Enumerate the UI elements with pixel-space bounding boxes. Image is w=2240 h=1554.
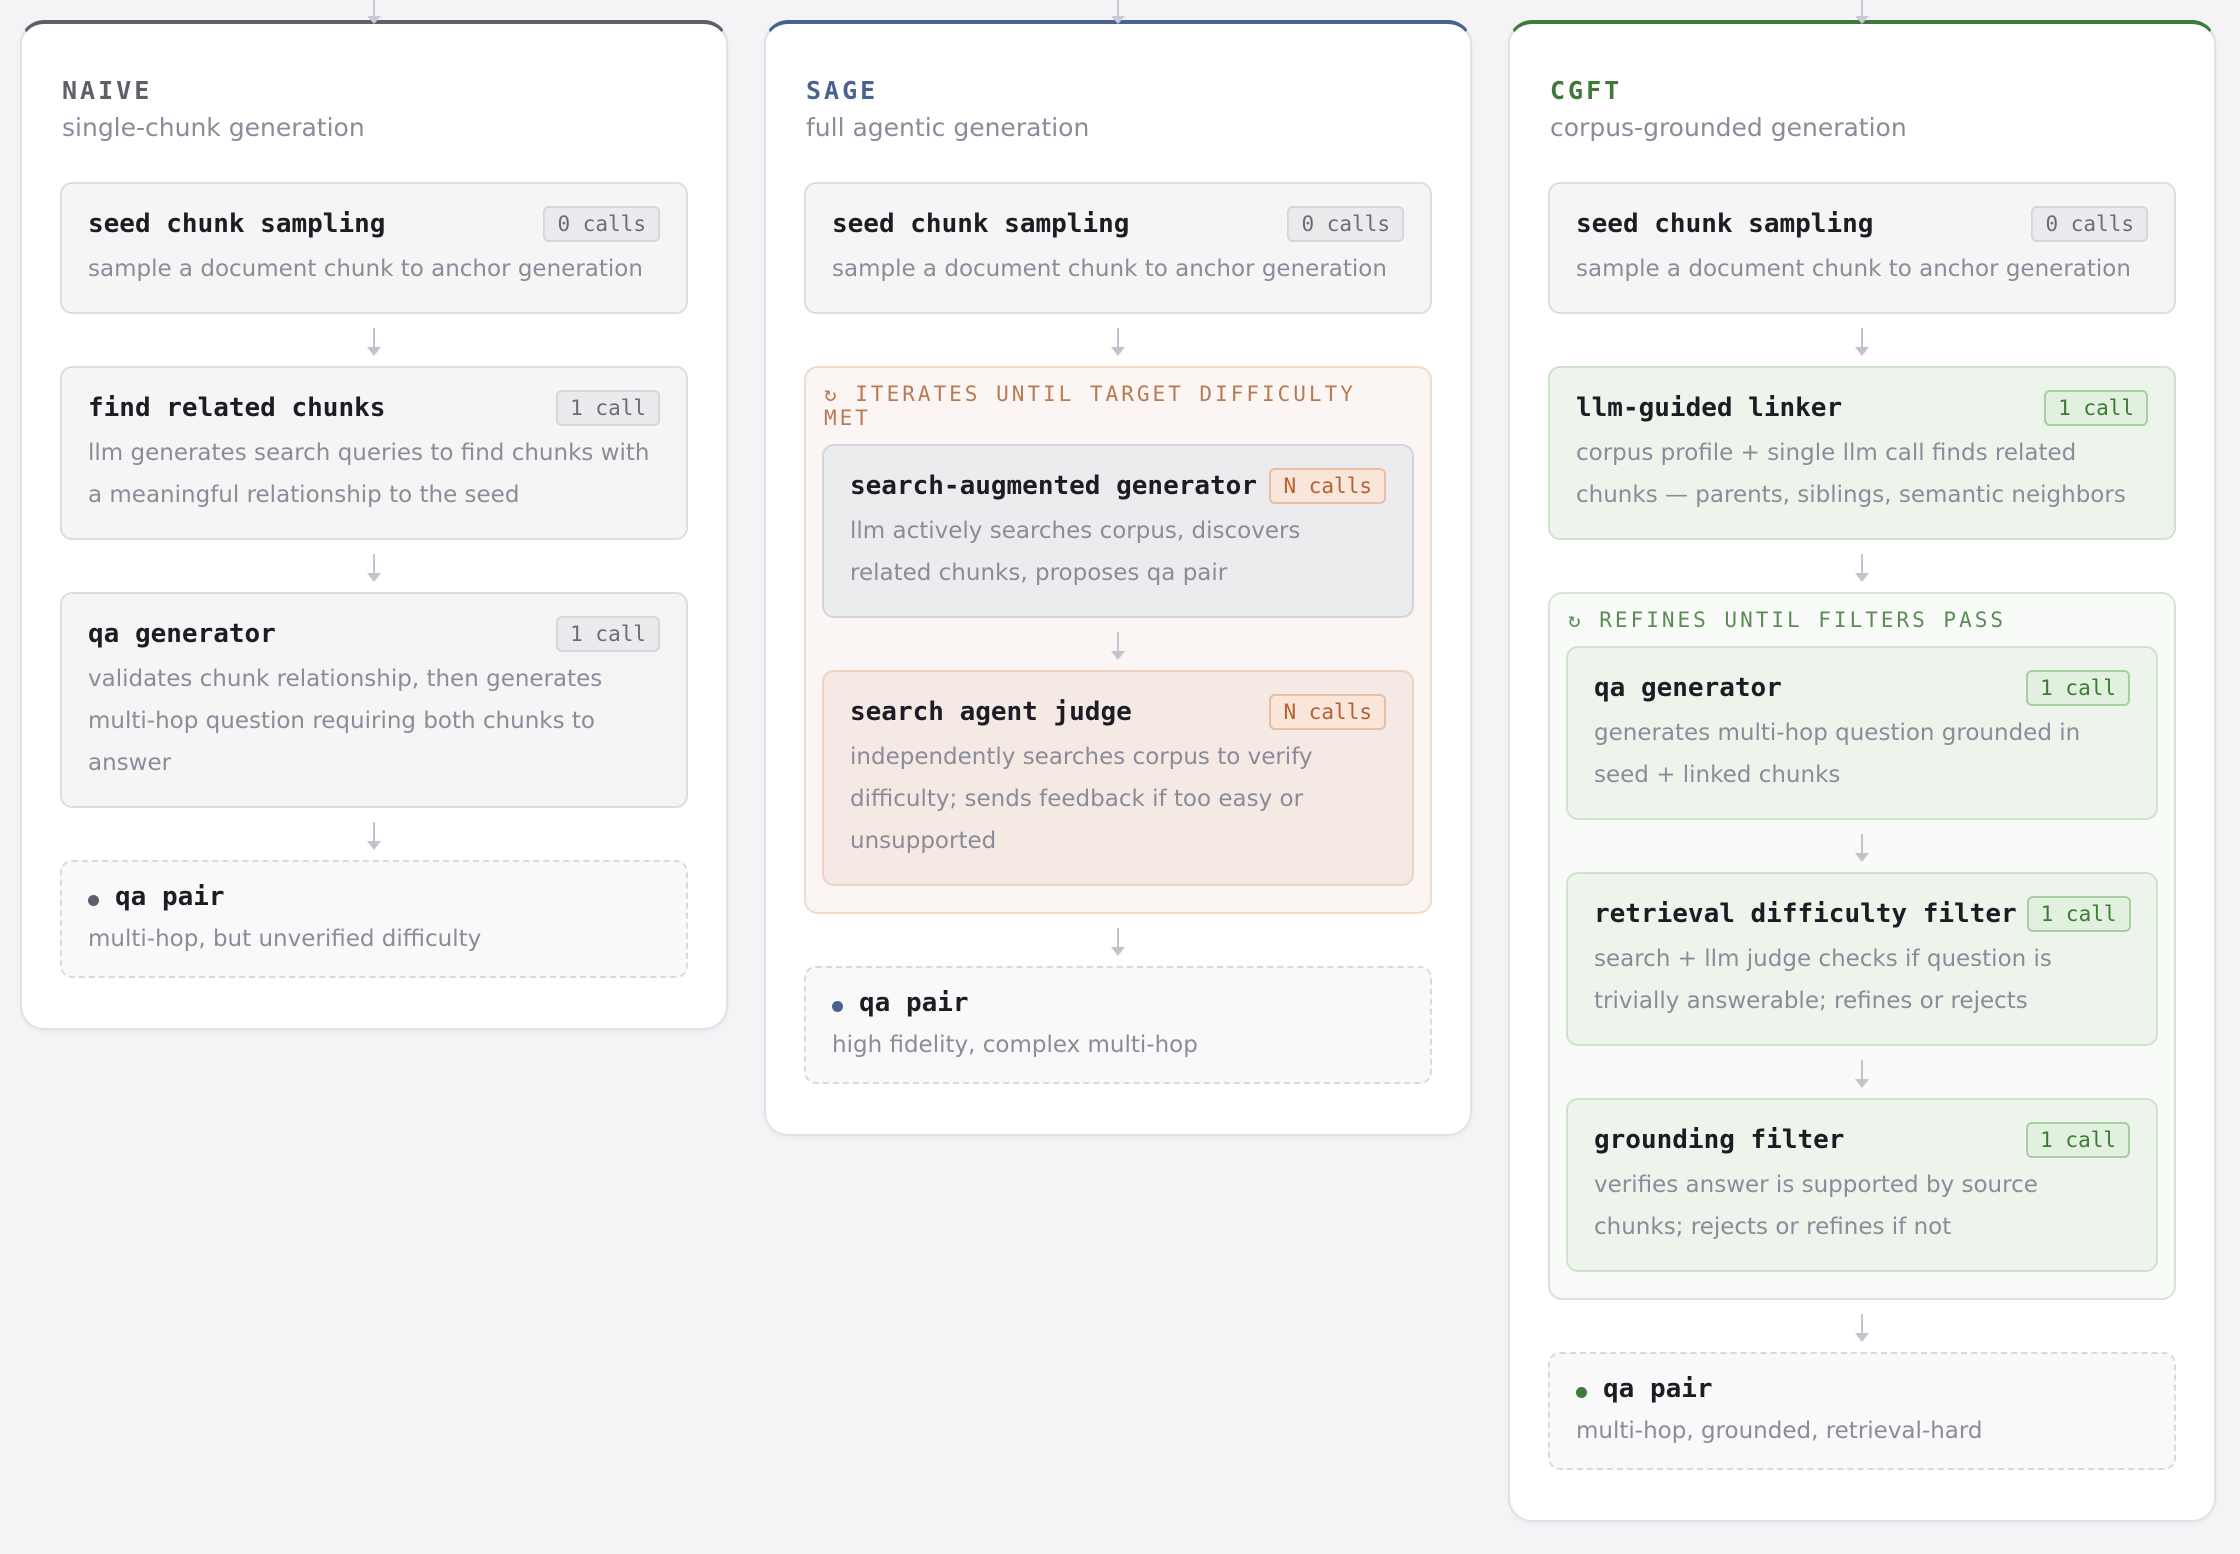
flow-arrow (1548, 314, 2176, 366)
column-subtitle: single-chunk generation (62, 113, 365, 142)
step-search-augmented-generator: search-augmented generator N calls llm a… (822, 444, 1414, 618)
step-description: validates chunk relationship, then gener… (88, 666, 603, 776)
output-qa-pair: qa pair multi-hop, but unverified diffic… (60, 860, 688, 978)
step-title: retrieval difficulty filter (1594, 899, 2017, 929)
step-qa-generator: qa generator 1 call generates multi-hop … (1566, 646, 2158, 820)
step-llm-guided-linker: llm-guided linker 1 call corpus profile … (1548, 366, 2176, 540)
flow-arrow (1548, 540, 2176, 592)
incoming-arrow (1855, 0, 1869, 24)
column-title: CGFT (1550, 76, 1623, 105)
step-title: qa generator (1594, 673, 1782, 703)
step-title: find related chunks (88, 393, 386, 423)
column-naive: NAIVE single-chunk generation seed chunk… (20, 0, 728, 1030)
step-description: sample a document chunk to anchor genera… (1576, 256, 2131, 282)
step-title: seed chunk sampling (1576, 209, 1874, 239)
calls-badge: 0 calls (543, 206, 660, 242)
step-find-related-chunks: find related chunks 1 call llm generates… (60, 366, 688, 540)
bullet-dot-icon (88, 894, 99, 906)
step-description: search + llm judge checks if question is… (1594, 946, 2052, 1014)
bullet-dot-icon (1576, 1386, 1587, 1398)
step-description: generates multi-hop question grounded in… (1594, 720, 2081, 788)
step-title: search agent judge (850, 697, 1132, 727)
flow-arrow (1548, 1300, 2176, 1352)
step-description: sample a document chunk to anchor genera… (832, 256, 1387, 282)
step-title: qa generator (88, 619, 276, 649)
step-description: corpus profile + single llm call finds r… (1576, 440, 2126, 508)
output-description: multi-hop, but unverified difficulty (88, 926, 482, 952)
step-qa-generator: qa generator 1 call validates chunk rela… (60, 592, 688, 808)
step-title: seed chunk sampling (832, 209, 1130, 239)
output-description: high fidelity, complex multi-hop (832, 1032, 1198, 1058)
calls-badge: N calls (1269, 694, 1386, 730)
step-description: llm actively searches corpus, discovers … (850, 518, 1301, 586)
step-description: llm generates search queries to find chu… (88, 440, 650, 508)
incoming-arrow (1111, 0, 1125, 24)
column-subtitle: corpus-grounded generation (1550, 113, 1907, 142)
step-description: independently searches corpus to verify … (850, 744, 1313, 854)
flow-arrow (804, 314, 1432, 366)
calls-badge: 1 call (2026, 896, 2131, 932)
step-seed-chunk-sampling: seed chunk sampling 0 calls sample a doc… (1548, 182, 2176, 314)
calls-badge: 1 call (2026, 1122, 2130, 1158)
flow-arrow (60, 314, 688, 366)
loop-label: ↻ ITERATES UNTIL TARGET DIFFICULTY MET (824, 382, 1356, 430)
flow-arrow (822, 618, 1414, 670)
step-title: search-augmented generator (850, 471, 1257, 501)
flow-arrow (804, 914, 1432, 966)
step-title: llm-guided linker (1576, 393, 1843, 423)
step-seed-chunk-sampling: seed chunk sampling 0 calls sample a doc… (804, 182, 1432, 314)
calls-badge: N calls (1269, 468, 1386, 504)
loop-label: ↻ REFINES UNTIL FILTERS PASS (1568, 608, 2007, 632)
iteration-loop: ↻ ITERATES UNTIL TARGET DIFFICULTY MET s… (804, 366, 1432, 914)
step-search-agent-judge: search agent judge N calls independently… (822, 670, 1414, 886)
column-cgft: CGFT corpus-grounded generation seed chu… (1508, 0, 2216, 1522)
output-qa-pair: qa pair multi-hop, grounded, retrieval-h… (1548, 1352, 2176, 1470)
output-title: qa pair (115, 882, 225, 912)
column-sage: SAGE full agentic generation seed chunk … (764, 0, 1472, 1136)
calls-badge: 1 call (556, 616, 660, 652)
output-description: multi-hop, grounded, retrieval-hard (1576, 1418, 1983, 1444)
calls-badge: 1 call (556, 390, 660, 426)
refinement-loop: ↻ REFINES UNTIL FILTERS PASS qa generato… (1548, 592, 2176, 1300)
incoming-arrow (367, 0, 381, 24)
column-title: NAIVE (62, 76, 153, 105)
calls-badge: 1 call (2044, 390, 2148, 426)
output-title: qa pair (1603, 1374, 1713, 1404)
step-grounding-filter: grounding filter 1 call verifies answer … (1566, 1098, 2158, 1272)
calls-badge: 0 calls (2031, 206, 2148, 242)
output-title: qa pair (859, 988, 969, 1018)
step-description: sample a document chunk to anchor genera… (88, 256, 643, 282)
flow-arrow (60, 808, 688, 860)
calls-badge: 1 call (2026, 670, 2130, 706)
bullet-dot-icon (832, 1000, 843, 1012)
step-title: grounding filter (1594, 1125, 1845, 1155)
flow-arrow (1566, 820, 2158, 872)
column-title: SAGE (806, 76, 879, 105)
calls-badge: 0 calls (1287, 206, 1404, 242)
step-title: seed chunk sampling (88, 209, 386, 239)
step-description: verifies answer is supported by source c… (1594, 1172, 2038, 1240)
column-subtitle: full agentic generation (806, 113, 1090, 142)
flow-arrow (1566, 1046, 2158, 1098)
step-seed-chunk-sampling: seed chunk sampling 0 calls sample a doc… (60, 182, 688, 314)
step-retrieval-difficulty-filter: retrieval difficulty filter 1 call searc… (1566, 872, 2158, 1046)
output-qa-pair: qa pair high fidelity, complex multi-hop (804, 966, 1432, 1084)
flow-arrow (60, 540, 688, 592)
